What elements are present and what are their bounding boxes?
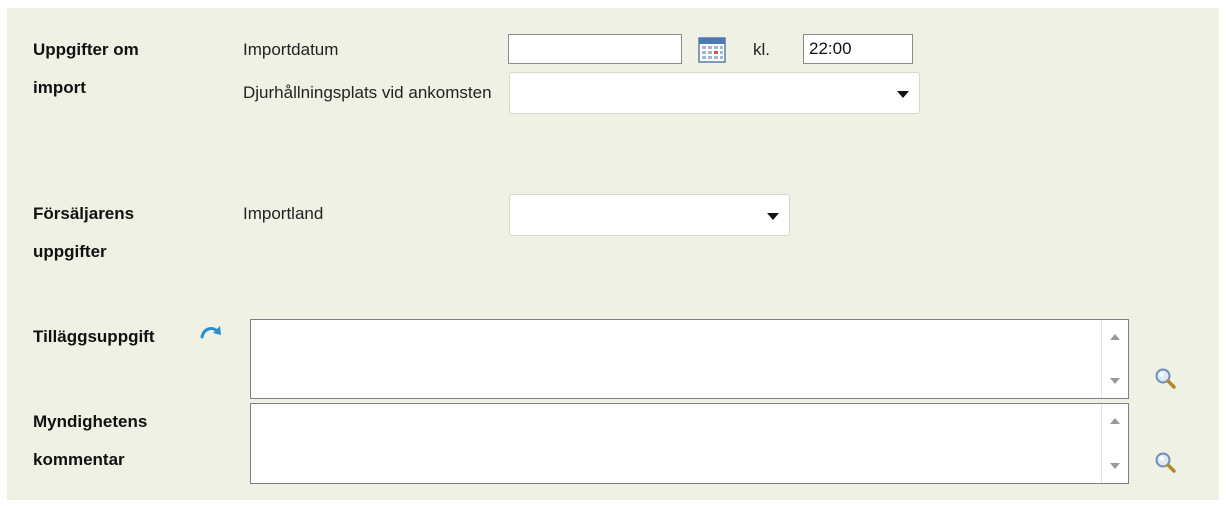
import-date-input[interactable] xyxy=(508,34,682,64)
extra-info-label: Tilläggsuppgift xyxy=(33,327,155,346)
scroll-up-icon[interactable] xyxy=(1110,334,1120,340)
scroll-down-icon[interactable] xyxy=(1110,463,1120,469)
import-section-label: Uppgifter om import xyxy=(33,40,139,97)
refresh-arrow-icon[interactable] xyxy=(199,324,223,342)
chevron-down-icon xyxy=(897,91,909,98)
time-input[interactable] xyxy=(803,34,913,64)
time-label: kl. xyxy=(753,40,770,59)
scroll-down-icon[interactable] xyxy=(1110,378,1120,384)
import-country-select[interactable] xyxy=(509,194,790,236)
holding-select[interactable] xyxy=(509,72,920,114)
extra-info-scrollbar[interactable] xyxy=(1101,320,1128,398)
authority-comment-scrollbar[interactable] xyxy=(1101,404,1128,483)
magnifier-icon[interactable] xyxy=(1153,450,1177,474)
scroll-up-icon[interactable] xyxy=(1110,418,1120,424)
calendar-icon[interactable] xyxy=(697,36,727,64)
magnifier-icon[interactable] xyxy=(1153,366,1177,390)
chevron-down-icon xyxy=(767,213,779,220)
holding-label: Djurhållningsplats vid ankomsten xyxy=(243,83,492,102)
seller-section-label: Försäljarens uppgifter xyxy=(33,204,135,261)
import-date-label: Importdatum xyxy=(243,40,339,59)
import-form-panel: Uppgifter om import Importdatum kl. Djur… xyxy=(7,8,1219,500)
authority-comment-label: Myndighetens kommentar xyxy=(33,412,148,469)
extra-info-textarea[interactable] xyxy=(250,319,1129,399)
authority-comment-textarea[interactable] xyxy=(250,403,1129,484)
import-country-label: Importland xyxy=(243,204,324,223)
